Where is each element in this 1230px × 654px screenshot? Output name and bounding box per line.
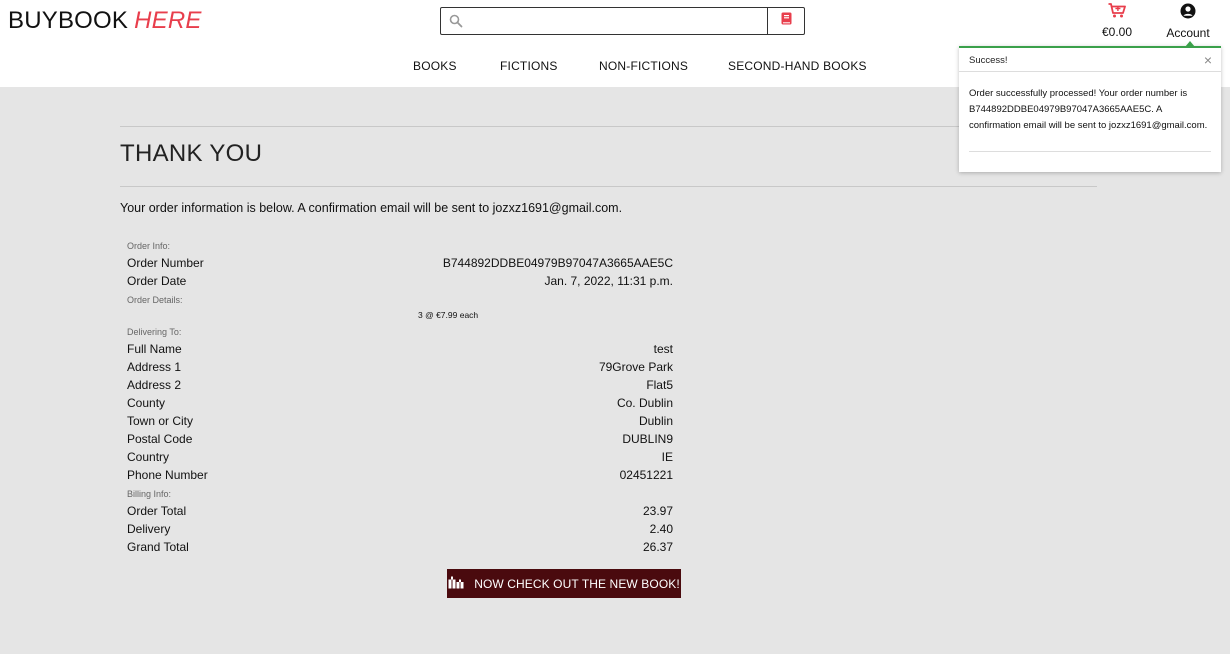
town-label: Town or City <box>127 414 194 428</box>
page-title: THANK YOU <box>120 140 263 167</box>
search-submit-button[interactable] <box>767 8 804 34</box>
postal-code-value: DUBLIN9 <box>622 432 673 446</box>
search-input[interactable] <box>469 11 769 31</box>
gift-icon <box>448 576 464 592</box>
new-book-button[interactable]: NOW CHECK OUT THE NEW BOOK! <box>447 569 681 598</box>
delivery-label: Delivery <box>127 522 171 536</box>
logo-accent: HERE <box>134 7 202 34</box>
grand-total-label: Grand Total <box>127 540 189 554</box>
user-icon <box>1180 3 1196 23</box>
close-icon[interactable]: × <box>1204 52 1212 68</box>
cart-total: €0.00 <box>1101 25 1133 39</box>
order-total-value: 23.97 <box>642 504 673 518</box>
cart-icon <box>1108 3 1126 22</box>
order-date-label: Order Date <box>127 274 187 288</box>
section-label-order-details: Order Details: <box>127 295 183 305</box>
address1-value: 79Grove Park <box>598 360 673 374</box>
toast-arrow <box>1185 41 1195 47</box>
postal-code-label: Postal Code <box>127 432 193 446</box>
order-date-value: Jan. 7, 2022, 11:31 p.m. <box>544 274 673 288</box>
county-label: County <box>127 396 166 410</box>
success-toast: Success! × Order successfully processed!… <box>959 41 1221 172</box>
search-icon <box>449 14 463 28</box>
toast-header: Success! × <box>959 48 1221 72</box>
toast-message: Order successfully processed! Your order… <box>969 88 1208 131</box>
nav-non-fictions[interactable]: NON-FICTIONS <box>599 59 688 73</box>
phone-value: 02451221 <box>619 468 673 482</box>
book-icon <box>781 12 792 30</box>
toast-title: Success! <box>969 55 1008 66</box>
country-value: IE <box>661 450 673 464</box>
divider-title <box>120 186 1097 187</box>
order-intro-text: Your order information is below. A confi… <box>120 201 623 215</box>
account-link[interactable]: Account <box>1160 3 1216 40</box>
county-value: Co. Dublin <box>616 396 673 410</box>
address2-label: Address 2 <box>127 378 182 392</box>
logo-text: BUYBOOK <box>8 7 129 34</box>
grand-total-value: 26.37 <box>642 540 673 554</box>
country-label: Country <box>127 450 170 464</box>
search-bar <box>440 7 805 35</box>
order-number-value: B744892DDBE04979B97047A3665AAE5C <box>442 256 673 270</box>
section-label-order-info: Order Info: <box>127 241 171 251</box>
site-logo[interactable]: BUYBOOK HERE <box>8 7 202 35</box>
cart-link[interactable]: €0.00 <box>1097 3 1137 39</box>
divider-top <box>120 126 1097 127</box>
nav-fictions[interactable]: FICTIONS <box>500 59 558 73</box>
order-item-quantity: 3 @ €7.99 each <box>418 310 479 320</box>
order-number-label: Order Number <box>127 256 204 270</box>
account-label: Account <box>1166 26 1210 40</box>
new-book-button-label: NOW CHECK OUT THE NEW BOOK! <box>474 576 680 591</box>
town-value: Dublin <box>638 414 673 428</box>
full-name-label: Full Name <box>127 342 182 356</box>
order-total-label: Order Total <box>127 504 187 518</box>
address2-value: Flat5 <box>646 378 673 392</box>
address1-label: Address 1 <box>127 360 182 374</box>
nav-books[interactable]: BOOKS <box>413 59 457 73</box>
delivery-value: 2.40 <box>649 522 673 536</box>
section-label-delivering: Delivering To: <box>127 327 182 337</box>
nav-second-hand-books[interactable]: SECOND-HAND BOOKS <box>728 59 867 73</box>
full-name-value: test <box>653 342 673 356</box>
phone-label: Phone Number <box>127 468 208 482</box>
toast-divider <box>969 151 1211 152</box>
section-label-billing: Billing Info: <box>127 489 172 499</box>
